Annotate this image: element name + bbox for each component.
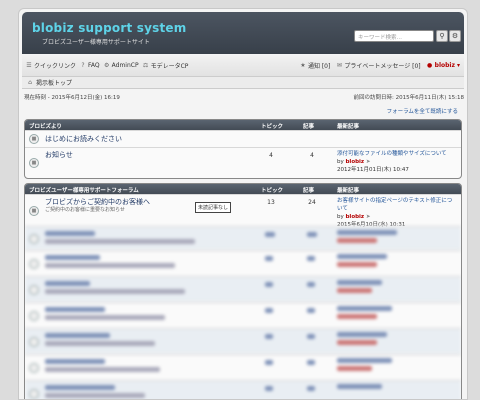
site-header: blobiz support system ブロビズユーザー様専用サポートサイト… <box>22 12 464 54</box>
forum-row-obscured[interactable] <box>25 226 461 250</box>
forum-title[interactable]: はじめにお読みください <box>45 134 122 144</box>
last-post-by: by <box>337 214 344 220</box>
admincp-label: AdminCP <box>111 62 139 69</box>
username: blobiz <box>434 62 455 69</box>
topic-count: 4 <box>269 152 273 159</box>
goto-post-icon[interactable]: ➤ <box>366 214 371 220</box>
forum-row-obscured[interactable] <box>25 250 461 276</box>
quicklinks-menu[interactable]: ☰ クイックリンク <box>26 61 76 70</box>
forum-description: ご契約中のお客様に重要なお知らせ <box>45 207 125 213</box>
site-title[interactable]: blobiz support system <box>32 21 186 35</box>
forum-icon <box>29 259 39 269</box>
current-time: 現在時刻 - 2015年6月12日(金) 16:19 <box>24 95 120 101</box>
last-post-by: by <box>337 159 344 165</box>
breadcrumb-home[interactable]: 掲示板トップ <box>36 78 72 87</box>
category-title[interactable]: ブロビズユーザー様専用サポートフォーラム <box>29 186 139 194</box>
last-post-date: 2012年11月01日(木) 10:47 <box>337 167 409 173</box>
site-description: ブロビズユーザー様専用サポートサイト <box>42 39 150 46</box>
admincp-link[interactable]: ⚙ AdminCP <box>104 62 139 69</box>
last-post-title[interactable]: 添付可能なファイルの種類やサイズについて <box>337 150 447 158</box>
category-support: ブロビズユーザー様専用サポートフォーラム トピック 記事 最新記事 ■ ブロビズ… <box>24 183 462 399</box>
search-input[interactable]: キーワード検索… <box>354 30 434 42</box>
col-topics: トピック <box>261 124 284 130</box>
question-icon: ? <box>81 61 85 69</box>
search-icon[interactable]: ⚲ <box>436 30 448 42</box>
gavel-icon: ⚖ <box>142 61 149 69</box>
topic-count: 13 <box>267 199 275 206</box>
forum-icon <box>29 285 39 295</box>
forum-row-obscured[interactable] <box>25 354 461 380</box>
forum-icon <box>29 337 39 347</box>
forum-icon <box>29 311 39 321</box>
col-posts: 記事 <box>303 124 315 130</box>
col-last-post: 最新記事 <box>337 188 360 194</box>
user-icon: ● <box>427 61 433 69</box>
modcp-link[interactable]: ⚖ モデレータCP <box>143 61 189 70</box>
bell-icon: ★ <box>300 61 306 69</box>
user-menu[interactable]: ● blobiz ▾ <box>427 62 460 69</box>
gear-icon: ⚙ <box>103 61 110 69</box>
forum-title[interactable]: お知らせ <box>45 150 73 160</box>
hamburger-icon: ☰ <box>26 61 32 69</box>
forum-row-obscured[interactable] <box>25 328 461 354</box>
category-header: ブロビズユーザー様専用サポートフォーラム トピック 記事 最新記事 <box>25 184 461 194</box>
forum-row-obscured[interactable] <box>25 302 461 328</box>
notifications-label: 通知 [0] <box>307 63 331 70</box>
notifications-link[interactable]: ★ 通知 [0] <box>300 61 330 70</box>
last-post: 添付可能なファイルの種類やサイズについて by blobiz ➤ 2012年11… <box>337 150 447 174</box>
page: blobiz support system ブロビズユーザー様専用サポートサイト… <box>18 8 468 400</box>
forum-row-obscured[interactable] <box>25 380 461 399</box>
last-visit: 前回の訪問日時: 2015年6月11日(木) 15:18 <box>353 95 465 101</box>
pm-label: プライベートメッセージ [0] <box>344 63 421 70</box>
time-info: 現在時刻 - 2015年6月12日(金) 16:19 前回の訪問日時: 2015… <box>24 93 464 101</box>
category-header: ブロビズより トピック 記事 最新記事 <box>25 120 461 130</box>
gear-icon[interactable]: ⚙ <box>449 30 461 42</box>
modcp-label: モデレータCP <box>150 63 189 70</box>
mark-read-link[interactable]: フォーラムを全て既読にする <box>387 107 458 115</box>
post-count: 24 <box>308 199 316 206</box>
last-post-author[interactable]: blobiz <box>346 159 365 165</box>
forum-unread-icon: ■ <box>29 134 39 144</box>
goto-post-icon[interactable]: ➤ <box>366 159 371 165</box>
forum-row-obscured[interactable] <box>25 276 461 302</box>
category-title[interactable]: ブロビズより <box>29 122 62 130</box>
dropdown-caret-icon: ▾ <box>456 62 460 69</box>
faq-label: FAQ <box>88 62 100 69</box>
forum-icon <box>29 363 39 373</box>
forum-icon <box>29 234 39 244</box>
tooltip-no-unread: 未読記事なし <box>195 202 232 213</box>
forum-icon: ■ <box>29 206 39 216</box>
post-count: 4 <box>310 152 314 159</box>
forum-icon: ■ <box>29 158 39 168</box>
last-post-author[interactable]: blobiz <box>346 214 365 220</box>
faq-link[interactable]: ? FAQ <box>80 61 100 69</box>
pm-link[interactable]: ✉ プライベートメッセージ [0] <box>336 61 421 70</box>
col-posts: 記事 <box>303 188 315 194</box>
forum-row[interactable]: ■ ブロビズからご契約中のお客様へ ご契約中のお客様に重要なお知らせ 13 24… <box>25 194 461 229</box>
last-post: お客様サイトの指定ページのテキスト修正について by blobiz ➤ 2015… <box>337 197 457 229</box>
home-icon: ⌂ <box>28 78 32 86</box>
forum-row[interactable]: ■ お知らせ 4 4 添付可能なファイルの種類やサイズについて by blobi… <box>25 147 461 178</box>
col-last-post: 最新記事 <box>337 124 360 130</box>
breadcrumb: ⌂ 掲示板トップ <box>22 77 464 89</box>
envelope-icon: ✉ <box>336 61 342 69</box>
forum-row[interactable]: ■ はじめにお読みください <box>25 130 461 147</box>
forum-icon <box>29 389 39 399</box>
col-topics: トピック <box>261 188 284 194</box>
quicklinks-label: クイックリンク <box>34 63 77 70</box>
category-blobiz: ブロビズより トピック 記事 最新記事 ■ はじめにお読みください ■ お知らせ… <box>24 119 462 179</box>
navbar: ☰ クイックリンク ? FAQ ⚙ AdminCP ⚖ モデレータCP ★ 通知… <box>22 55 464 77</box>
last-post-title[interactable]: お客様サイトの指定ページのテキスト修正について <box>337 197 457 213</box>
